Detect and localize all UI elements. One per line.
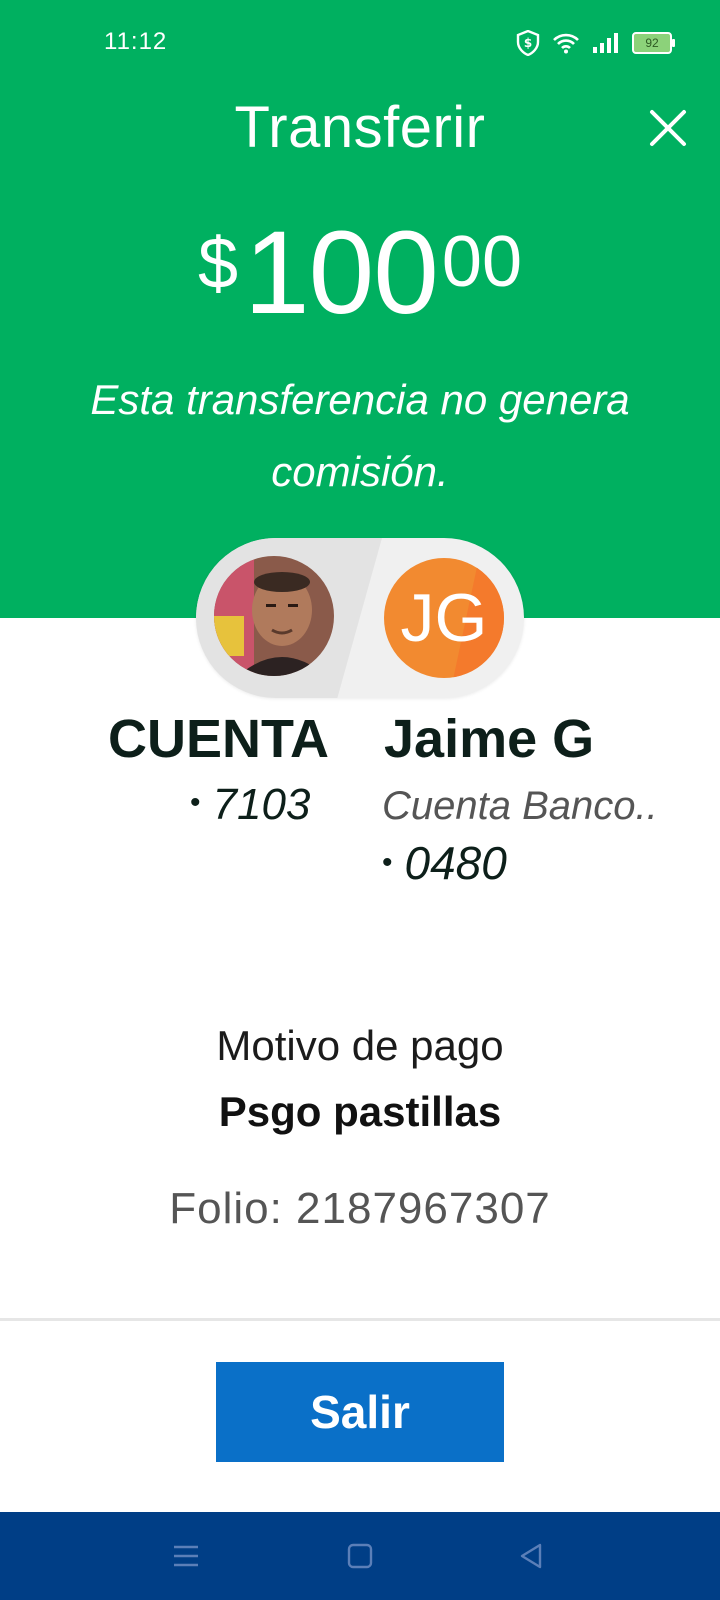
home-icon [347, 1543, 373, 1569]
origin-account-number: 7103 [212, 780, 311, 829]
back-icon [520, 1543, 542, 1569]
destination-name: Jaime G [384, 709, 595, 769]
destination-initials: JG [400, 580, 488, 656]
nav-home-button[interactable] [340, 1536, 380, 1576]
nav-menu-button[interactable] [166, 1536, 206, 1576]
status-bar: 11:12 $ 92 [0, 0, 720, 90]
amount-decimals: 00 [441, 222, 523, 302]
commission-note: Esta transferencia no genera comisión. [90, 376, 630, 495]
transfer-amount: $10000 [0, 214, 720, 332]
battery-icon: 92 [632, 32, 675, 54]
shield-icon: $ [516, 30, 540, 56]
destination-bank: Cuenta Banco.. [382, 784, 658, 828]
destination-account-number: 0480 [404, 837, 507, 889]
system-nav-bar [0, 1512, 720, 1600]
destination-avatar: JG [384, 558, 504, 678]
divider [0, 1318, 720, 1321]
bullet-icon: • [190, 786, 201, 820]
close-button[interactable] [644, 104, 692, 152]
page-title: Transferir [234, 95, 486, 160]
bullet-icon: • [382, 845, 393, 879]
amount-currency: $ [197, 224, 239, 304]
origin-name: CUENTA [108, 709, 329, 769]
profile-photo-icon [214, 556, 334, 676]
menu-icon [174, 1545, 198, 1567]
signal-icon [593, 33, 618, 53]
close-icon [650, 110, 686, 146]
nav-back-button[interactable] [512, 1536, 552, 1576]
origin-account: • 7103 [190, 780, 340, 830]
header: 11:12 $ 92 Transferir $10000 Esta transf… [0, 0, 720, 618]
payment-reason-value: Psgo pastillas [218, 1088, 502, 1135]
status-time: 11:12 [104, 28, 168, 55]
payment-reason-label: Motivo de pago [216, 1022, 504, 1069]
folio-number: Folio: 2187967307 [169, 1184, 551, 1233]
destination-account: • 0480 [382, 836, 507, 890]
origin-avatar [214, 556, 334, 676]
status-icons: $ 92 [516, 30, 675, 56]
exit-button[interactable]: Salir [216, 1362, 504, 1462]
amount-integer: 100 [244, 207, 439, 339]
wifi-icon [553, 33, 579, 54]
svg-text:$: $ [524, 36, 532, 50]
transfer-parties-pill: JG [196, 538, 524, 698]
